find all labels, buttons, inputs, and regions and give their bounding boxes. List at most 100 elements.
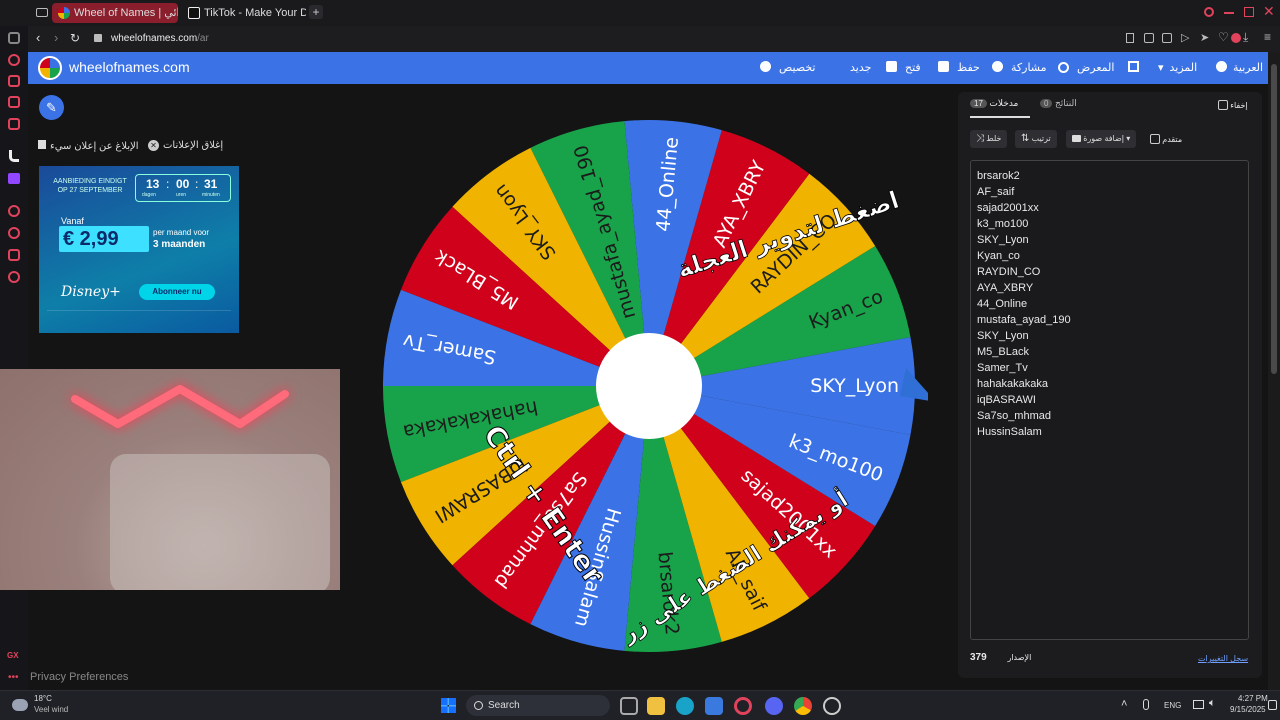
version-number: 379: [970, 652, 987, 663]
search-tabs-icon[interactable]: [1204, 7, 1214, 17]
entry-line: 44_Online: [977, 298, 1028, 310]
bag-icon[interactable]: [8, 75, 20, 87]
new-button[interactable]: جديد: [850, 61, 871, 74]
subscribe-button[interactable]: Abonneer nu: [139, 284, 215, 300]
opera-gx-icon[interactable]: [734, 697, 752, 715]
changelog-link[interactable]: سجل التغييرات: [1198, 654, 1248, 663]
wallet-icon[interactable]: [1162, 33, 1172, 43]
download-icon[interactable]: ⤓: [1243, 30, 1248, 45]
menu-icon[interactable]: ≡: [1264, 30, 1271, 44]
settings-icon[interactable]: [8, 271, 20, 283]
close-window-icon[interactable]: ✕: [1263, 3, 1275, 20]
taskbar-search[interactable]: Search: [466, 695, 610, 716]
address-bar: ‹ › ↻ wheelofnames.com/ar ▷ ➤ ♡ ⤓ ≡: [28, 26, 1280, 52]
gx-icon[interactable]: GX: [7, 651, 19, 660]
player-icon[interactable]: [8, 205, 20, 217]
hide-checkbox[interactable]: [1218, 100, 1228, 110]
url-text[interactable]: wheelofnames.com/ar: [111, 33, 209, 44]
mail-icon[interactable]: [8, 118, 20, 130]
weather-icon[interactable]: [12, 699, 28, 711]
add-image-dropdown[interactable]: إضافة صورة ▾: [1066, 130, 1137, 148]
language-indicator[interactable]: ENG: [1164, 701, 1181, 710]
hide-toggle[interactable]: إخفاء: [1218, 100, 1248, 110]
report-ad-link[interactable]: الإبلاغ عن إعلان سيء: [38, 140, 139, 152]
refresh-icon[interactable]: [8, 32, 20, 44]
app-icon[interactable]: [823, 697, 841, 715]
share-button[interactable]: مشاركة: [992, 61, 1047, 74]
discord-icon[interactable]: [765, 697, 783, 715]
open-button[interactable]: فتح: [886, 61, 921, 74]
entry-line: brsarok2: [977, 170, 1020, 182]
weather-temp[interactable]: 18°C: [34, 694, 52, 703]
advanced-toggle[interactable]: متقدم: [1150, 134, 1182, 144]
tab-results[interactable]: 0 النتائج: [1040, 98, 1077, 118]
wheel-segment-label: SKY_Lyon: [810, 375, 899, 397]
edge-icon[interactable]: [676, 697, 694, 715]
notifications-icon[interactable]: [1268, 700, 1277, 710]
display-icon[interactable]: [1193, 700, 1204, 709]
new-tab-button[interactable]: +: [309, 5, 323, 19]
heart-icon[interactable]: ♡: [1218, 30, 1229, 44]
start-icon[interactable]: [441, 698, 456, 713]
box-icon[interactable]: [8, 249, 20, 261]
tiktok-icon[interactable]: [9, 150, 19, 162]
site-logo-icon[interactable]: [38, 56, 62, 80]
file-explorer-icon[interactable]: [647, 697, 665, 715]
sort-button[interactable]: ⇅ ترتيب: [1015, 130, 1057, 148]
entry-line: mustafa_ayad_190: [977, 314, 1071, 326]
tab-tiktok[interactable]: TikTok - Make Your Day: [182, 3, 306, 23]
advanced-checkbox[interactable]: [1150, 134, 1160, 144]
player-play-icon[interactable]: ▷: [1181, 31, 1189, 44]
tab-switcher-icon[interactable]: [36, 8, 48, 17]
shuffle-button[interactable]: ⤨ خلط: [970, 130, 1008, 148]
site-logo-text[interactable]: wheelofnames.com: [69, 59, 190, 75]
tab-entries[interactable]: 17 مدخلات: [970, 98, 1030, 118]
page-scrollbar[interactable]: [1268, 52, 1280, 690]
reload-icon[interactable]: ↻: [70, 31, 80, 45]
ad-top-line: AANBIEDING EINDIGT OP 27 SEPTEMBER: [53, 178, 127, 194]
share-label: مشاركة: [1011, 62, 1047, 74]
minimize-icon[interactable]: [1224, 12, 1234, 14]
clock-time[interactable]: 4:27 PM: [1238, 694, 1268, 703]
profile-icon[interactable]: [1231, 33, 1241, 43]
customize-button[interactable]: تخصيص: [760, 61, 816, 74]
entries-textarea[interactable]: brsarok2 AF_saif sajad2001xx k3_mo100 SKY_L…: [970, 160, 1249, 640]
ad-banner[interactable]: AANBIEDING EINDIGT OP 27 SEPTEMBER 13 : …: [39, 166, 239, 333]
more-icon[interactable]: •••: [8, 672, 19, 683]
bookmark-icon[interactable]: [1126, 33, 1134, 43]
history-icon[interactable]: [8, 227, 20, 239]
neon-zigzag-icon: [71, 385, 330, 590]
twitch-icon[interactable]: [8, 173, 20, 184]
instagram-icon[interactable]: [8, 96, 20, 108]
language-button[interactable]: العربية: [1216, 61, 1263, 74]
tray-chevron-icon[interactable]: ˄: [1121, 698, 1127, 710]
disney-logo: Disney+: [61, 284, 121, 300]
chrome-icon[interactable]: [794, 697, 812, 715]
gallery-button[interactable]: المعرض: [1058, 61, 1114, 74]
privacy-preferences-link[interactable]: Privacy Preferences: [30, 671, 128, 683]
wheel-center[interactable]: [596, 333, 702, 439]
tab-wheel-of-names[interactable]: Wheel of Names | عشوائي: [52, 3, 178, 23]
snapshot-icon[interactable]: [1144, 33, 1154, 43]
edit-theme-button[interactable]: ✎: [39, 95, 64, 120]
close-ads-link[interactable]: ✕ إغلاق الإعلانات: [148, 140, 223, 151]
maximize-icon[interactable]: [1244, 7, 1254, 17]
back-icon[interactable]: ‹: [36, 30, 40, 45]
volume-icon[interactable]: 🔈︎: [1209, 697, 1216, 710]
clock-date[interactable]: 9/15/2025: [1230, 705, 1266, 714]
more-button[interactable]: ▾ المزيد: [1158, 61, 1197, 74]
forward-icon[interactable]: ›: [54, 30, 58, 45]
task-view-icon[interactable]: [620, 697, 638, 715]
fullscreen-button[interactable]: [1128, 61, 1139, 73]
entry-line: HussinSalam: [977, 426, 1042, 438]
save-button[interactable]: حفظ: [938, 61, 980, 74]
entry-line: hahakakakaka: [977, 378, 1048, 390]
spin-wheel[interactable]: SKY_LyonKyan_coRAYDIN_COAYA_XBRY44_Onlin…: [368, 106, 928, 666]
scrollbar-thumb[interactable]: [1271, 64, 1277, 374]
microphone-icon[interactable]: [1143, 699, 1149, 710]
send-icon[interactable]: ➤: [1200, 31, 1209, 44]
store-icon[interactable]: [705, 697, 723, 715]
globe-icon: [1216, 61, 1227, 72]
weather-desc: Veel wind: [34, 705, 69, 714]
speed-icon[interactable]: [8, 54, 20, 66]
